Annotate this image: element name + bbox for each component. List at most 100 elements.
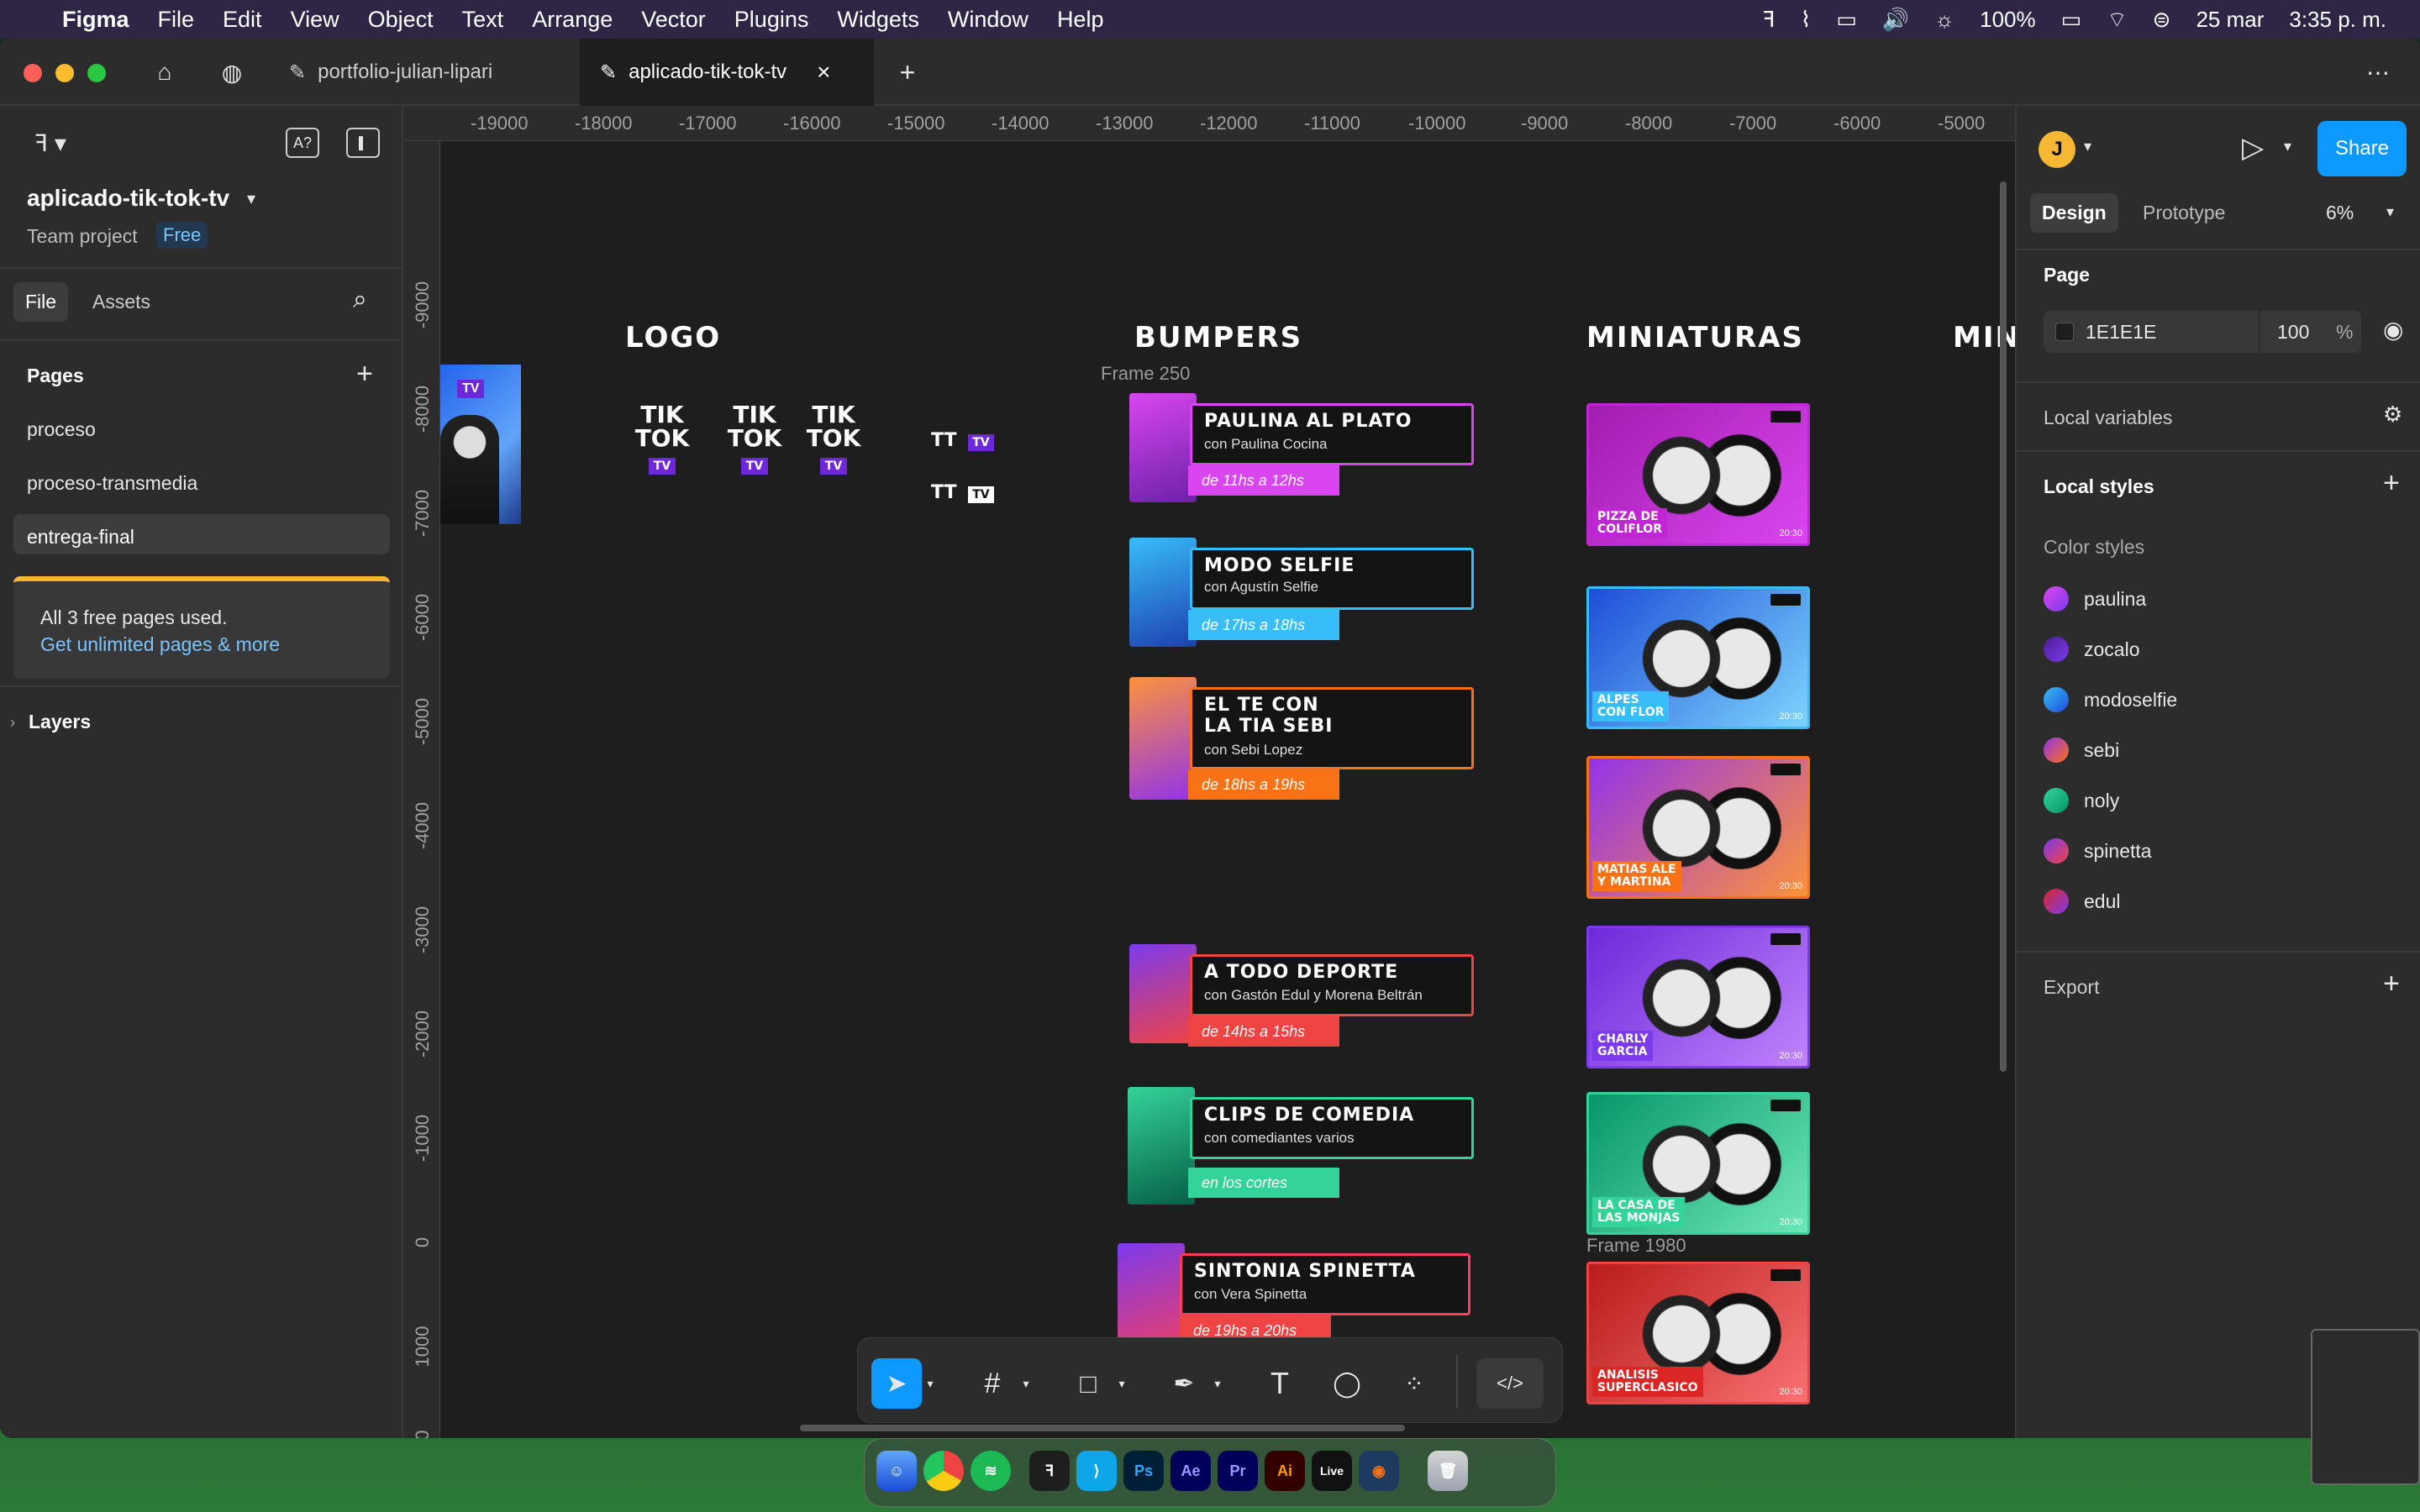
- wifi-icon[interactable]: ⌔: [2107, 6, 2127, 34]
- layers-title[interactable]: Layers: [29, 711, 91, 733]
- figma-status-icon[interactable]: ꟻ: [1763, 7, 1776, 33]
- more-icon[interactable]: ⋯: [2361, 55, 2395, 89]
- thumbnail-casa-monjas[interactable]: LA CASA DE LAS MONJAS 20:30: [1586, 1092, 1810, 1235]
- actions-tool-button[interactable]: ⁘: [1389, 1358, 1439, 1409]
- bumper-modo-selfie[interactable]: MODO SELFIE con Agustín Selfie de 17hs a…: [1129, 538, 1474, 664]
- comment-tool-button[interactable]: ◯: [1322, 1358, 1372, 1409]
- dock-ableton-live-icon[interactable]: Live: [1312, 1451, 1352, 1491]
- tab-prototype[interactable]: Prototype: [2143, 202, 2225, 224]
- display-icon[interactable]: ▭: [1836, 7, 1857, 33]
- menu-widgets[interactable]: Widgets: [837, 7, 919, 33]
- close-window-button[interactable]: [24, 64, 42, 82]
- tab-file[interactable]: File: [13, 282, 69, 322]
- menu-file[interactable]: File: [158, 7, 195, 33]
- thumbnail-alpes[interactable]: ALPES CON FLOR 20:30: [1586, 586, 1810, 729]
- menu-text[interactable]: Text: [462, 7, 504, 33]
- zoom-level[interactable]: 6%: [2326, 202, 2354, 224]
- menu-vector[interactable]: Vector: [641, 7, 706, 33]
- dock-premiere-icon[interactable]: Pr: [1218, 1451, 1258, 1491]
- color-style-modoselfie[interactable]: modoselfie: [2044, 687, 2177, 712]
- menu-window[interactable]: Window: [948, 7, 1028, 33]
- logo-variant[interactable]: TIK TOK TV: [719, 403, 790, 475]
- vertical-scrollbar[interactable]: [2000, 181, 2007, 1072]
- add-export-icon[interactable]: +: [2383, 968, 2400, 1000]
- present-chevron-icon[interactable]: ▾: [2284, 138, 2291, 155]
- page-item-entrega-final[interactable]: entrega-final: [13, 514, 390, 554]
- avatar-chevron-icon[interactable]: ▾: [2084, 138, 2091, 155]
- dev-mode-button[interactable]: </>: [1476, 1358, 1544, 1409]
- dock-vscode-icon[interactable]: ⟩: [1076, 1451, 1117, 1491]
- ai-icon[interactable]: A?: [286, 128, 319, 158]
- battery-icon[interactable]: ▭: [2061, 7, 2082, 33]
- figma-menu-icon[interactable]: ꟻ ▾: [25, 126, 76, 160]
- dock-chrome-icon[interactable]: [923, 1451, 964, 1491]
- rectangle-tool-chevron-icon[interactable]: ▾: [1112, 1358, 1132, 1409]
- page-item-proceso[interactable]: proceso: [13, 407, 390, 447]
- menu-arrange[interactable]: Arrange: [532, 7, 613, 33]
- move-tool-chevron-icon[interactable]: ▾: [920, 1358, 940, 1409]
- file-name[interactable]: aplicado-tik-tok-tv: [27, 185, 229, 212]
- thumbnail-pizza[interactable]: PIZZA DE COLIFLOR 20:30: [1586, 403, 1810, 546]
- color-style-noly[interactable]: noly: [2044, 788, 2119, 813]
- page-opacity-value[interactable]: 100: [2277, 321, 2309, 344]
- tab-design[interactable]: Design: [2030, 193, 2118, 233]
- tab-aplicado[interactable]: ✎ aplicado-tik-tok-tv ×: [580, 39, 874, 106]
- share-button[interactable]: Share: [2317, 121, 2407, 176]
- page-color-value[interactable]: 1E1E1E: [2086, 321, 2156, 344]
- color-style-paulina[interactable]: paulina: [2044, 586, 2146, 612]
- menu-plugins[interactable]: Plugins: [734, 7, 809, 33]
- dock-figma-icon[interactable]: ꟻ: [1029, 1451, 1070, 1491]
- thumbnail-superclasico[interactable]: ANALISIS SUPERCLASICO 20:30: [1586, 1262, 1810, 1404]
- paperclip-icon[interactable]: ⌇: [1801, 7, 1812, 33]
- menu-object[interactable]: Object: [368, 7, 434, 33]
- logo-compact[interactable]: TT TV: [931, 482, 994, 503]
- dock-photoshop-icon[interactable]: Ps: [1123, 1451, 1164, 1491]
- bumper-todo-deporte[interactable]: A TODO DEPORTE con Gastón Edul y Morena …: [1129, 944, 1474, 1070]
- plan-badge[interactable]: Free: [156, 222, 208, 249]
- color-style-zocalo[interactable]: zocalo: [2044, 637, 2139, 662]
- avatar[interactable]: J: [2039, 131, 2075, 168]
- variables-settings-icon[interactable]: ⚙: [2383, 402, 2402, 428]
- dock-spotify-icon[interactable]: ≋: [971, 1451, 1011, 1491]
- menubar-date[interactable]: 25 mar: [2196, 7, 2264, 33]
- menu-app-name[interactable]: Figma: [62, 7, 129, 33]
- color-style-edul[interactable]: edul: [2044, 889, 2120, 914]
- brightness-icon[interactable]: ☼: [1934, 7, 1954, 33]
- move-tool-button[interactable]: ➤: [871, 1358, 922, 1409]
- color-style-spinetta[interactable]: spinetta: [2044, 838, 2152, 864]
- logo-variant[interactable]: TIK TOK TV: [627, 403, 697, 475]
- rectangle-tool-button[interactable]: □: [1063, 1358, 1113, 1409]
- search-icon[interactable]: ⌕: [353, 286, 367, 314]
- tab-assets[interactable]: Assets: [92, 291, 150, 313]
- dock-illustrator-icon[interactable]: Ai: [1265, 1451, 1305, 1491]
- page-color-field[interactable]: 1E1E1E 100 %: [2044, 311, 2361, 353]
- thumbnail-charly[interactable]: CHARLY GARCIA 20:30: [1586, 926, 1810, 1068]
- pen-tool-button[interactable]: ✒: [1159, 1358, 1209, 1409]
- page-color-swatch[interactable]: [2055, 323, 2074, 341]
- frame-1980-label[interactable]: Frame 1980: [1586, 1235, 1686, 1257]
- minimize-window-button[interactable]: [55, 64, 74, 82]
- dock-aftereffects-icon[interactable]: Ae: [1171, 1451, 1211, 1491]
- frame-250-label[interactable]: Frame 250: [1101, 363, 1190, 385]
- volume-icon[interactable]: 🔊: [1882, 7, 1909, 33]
- add-page-icon[interactable]: +: [356, 358, 373, 391]
- dock-finder-icon[interactable]: ☺: [876, 1451, 917, 1491]
- pen-tool-chevron-icon[interactable]: ▾: [1207, 1358, 1228, 1409]
- dock-blender-icon[interactable]: ◉: [1359, 1451, 1399, 1491]
- logo-compact[interactable]: TT TV: [931, 430, 994, 451]
- home-icon[interactable]: ⌂: [148, 55, 182, 89]
- dock-trash-icon[interactable]: 🗑: [1428, 1451, 1468, 1491]
- frame-tool-chevron-icon[interactable]: ▾: [1016, 1358, 1036, 1409]
- new-tab-icon[interactable]: +: [891, 55, 924, 89]
- canvas[interactable]: -19000 -18000 -17000 -16000 -15000 -1400…: [405, 106, 2015, 1438]
- menu-edit[interactable]: Edit: [223, 7, 262, 33]
- close-tab-icon[interactable]: ×: [817, 59, 830, 86]
- bumper-tia-sebi[interactable]: EL TE CON LA TIA SEBI con Sebi Lopez de …: [1129, 677, 1474, 803]
- add-style-icon[interactable]: +: [2383, 467, 2400, 500]
- zoom-window-button[interactable]: [87, 64, 106, 82]
- logo-variant[interactable]: TIK TOK TV: [798, 403, 869, 475]
- tab-portfolio[interactable]: ✎ portfolio-julian-lipari: [269, 39, 578, 106]
- eye-icon[interactable]: ◉: [2383, 316, 2403, 344]
- present-play-icon[interactable]: ▷: [2242, 131, 2264, 165]
- export-label[interactable]: Export: [2044, 976, 2099, 999]
